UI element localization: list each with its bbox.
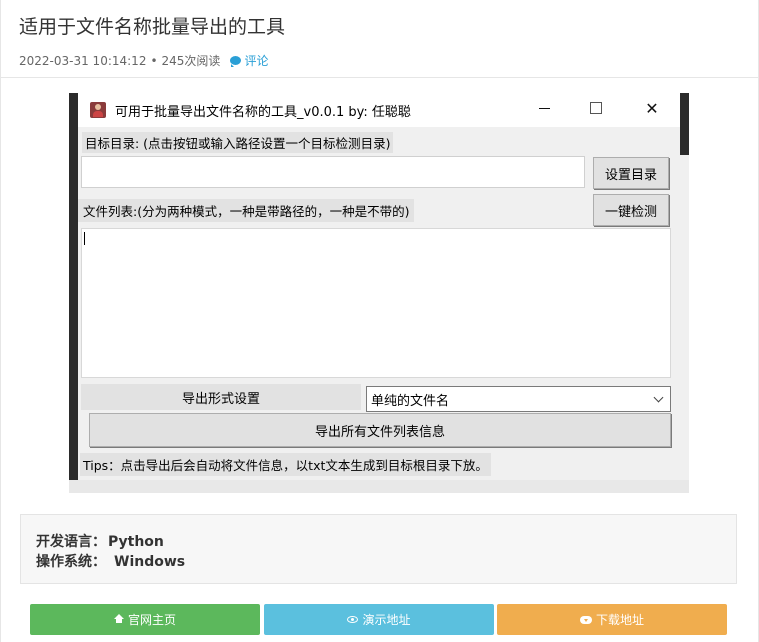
homepage-button[interactable]: 官网主页 bbox=[30, 604, 260, 635]
article-page: 适用于文件名称批量导出的工具 2022-03-31 10:14:12 • 245… bbox=[0, 0, 759, 642]
close-icon: ✕ bbox=[645, 98, 659, 118]
close-button[interactable]: ✕ bbox=[626, 93, 678, 123]
window-title: 可用于批量导出文件名称的工具_v0.0.1 by: 任聪聪 bbox=[115, 105, 411, 120]
file-list-textarea[interactable] bbox=[81, 228, 671, 378]
read-count: 245次阅读 bbox=[161, 54, 221, 68]
export-format-value: 单纯的文件名 bbox=[371, 393, 450, 409]
article-meta: 2022-03-31 10:14:12 • 245次阅读 评论 bbox=[19, 52, 268, 69]
home-icon bbox=[113, 614, 124, 623]
maximize-icon bbox=[590, 102, 602, 114]
os-label: 操作系统： bbox=[36, 554, 106, 570]
comment-link[interactable]: 评论 bbox=[230, 52, 268, 69]
window-titlebar: 可用于批量导出文件名称的工具_v0.0.1 by: 任聪聪 ✕ bbox=[78, 93, 680, 127]
chevron-down-icon bbox=[653, 392, 664, 403]
meta-bullet: • bbox=[150, 53, 158, 68]
screenshot-background-bottom bbox=[69, 480, 689, 493]
download-button[interactable]: 下载地址 bbox=[497, 604, 727, 635]
dev-language-label: 开发语言： bbox=[36, 534, 106, 550]
dev-language-value: Python bbox=[108, 534, 164, 550]
target-dir-input[interactable] bbox=[81, 156, 585, 188]
comment-icon bbox=[230, 56, 242, 67]
publish-date: 2022-03-31 10:14:12 bbox=[19, 53, 147, 68]
dev-language-row: 开发语言： Python bbox=[36, 531, 164, 551]
detect-button[interactable]: 一键检测 bbox=[593, 194, 669, 226]
minimize-icon bbox=[538, 107, 550, 109]
target-dir-label: 目标目录: (点击按钮或输入路径设置一个目标检测目录) bbox=[82, 132, 394, 153]
article-title: 适用于文件名称批量导出的工具 bbox=[19, 16, 286, 38]
homepage-label: 官网主页 bbox=[127, 613, 176, 627]
cloud-download-icon bbox=[579, 615, 592, 624]
app-avatar-icon bbox=[90, 102, 106, 118]
text-caret bbox=[84, 232, 85, 245]
export-format-label: 导出形式设置 bbox=[81, 384, 361, 410]
demo-button[interactable]: 演示地址 bbox=[264, 604, 494, 635]
minimize-button[interactable] bbox=[518, 93, 570, 123]
info-box: 开发语言： Python 操作系统： Windows bbox=[20, 514, 737, 584]
demo-label: 演示地址 bbox=[362, 613, 411, 627]
comment-label: 评论 bbox=[244, 54, 269, 68]
download-label: 下载地址 bbox=[595, 613, 644, 627]
app-screenshot: 可用于批量导出文件名称的工具_v0.0.1 by: 任聪聪 ✕ 目标目录: (点… bbox=[69, 93, 689, 493]
export-format-select[interactable]: 单纯的文件名 bbox=[366, 386, 671, 412]
app-window: 可用于批量导出文件名称的工具_v0.0.1 by: 任聪聪 ✕ 目标目录: (点… bbox=[78, 93, 680, 480]
tips-text: Tips：点击导出后会自动将文件信息，以txt文本生成到目标根目录下放。 bbox=[80, 453, 491, 476]
header-divider bbox=[1, 77, 758, 78]
file-list-label: 文件列表:(分为两种模式，一种是带路径的，一种是不带的) bbox=[78, 199, 415, 222]
eye-icon bbox=[347, 616, 359, 623]
os-row: 操作系统： Windows bbox=[36, 551, 185, 571]
set-dir-button[interactable]: 设置目录 bbox=[593, 157, 669, 189]
export-all-button[interactable]: 导出所有文件列表信息 bbox=[89, 413, 671, 447]
maximize-button[interactable] bbox=[570, 93, 622, 123]
os-value: Windows bbox=[114, 554, 186, 570]
